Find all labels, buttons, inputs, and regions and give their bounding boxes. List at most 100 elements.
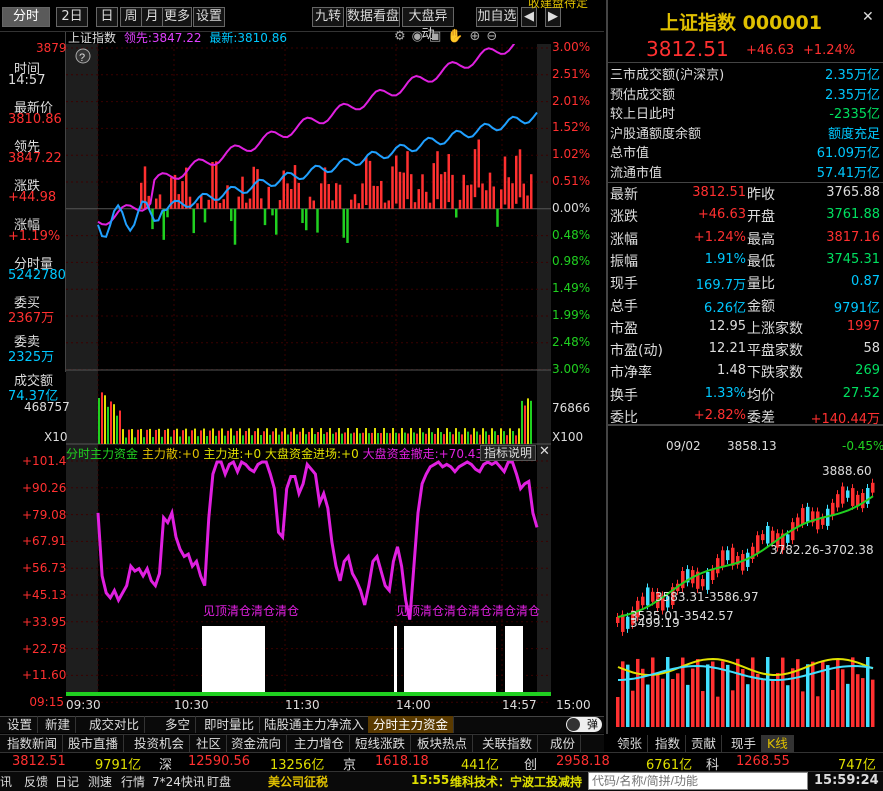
- volume-bar: [125, 437, 127, 444]
- hist-bar: [473, 149, 477, 198]
- pct-tick: 0.48%: [552, 227, 591, 242]
- quote-value: +2.82%: [693, 408, 746, 423]
- add-watchlist-button[interactable]: 加自选: [476, 7, 518, 27]
- volume-bar: [362, 432, 364, 444]
- hist-bar: [380, 180, 383, 209]
- add-icon[interactable]: ⊕: [469, 29, 486, 44]
- quote-label: 涨幅: [610, 231, 638, 248]
- bottom-tab[interactable]: 成交对比: [84, 716, 146, 733]
- hist-bar: [260, 198, 263, 209]
- toggle-knob: [567, 718, 580, 731]
- help-icon-glyph: ?: [79, 52, 85, 64]
- index-name: 上证指数: [660, 12, 737, 34]
- kline-candle: [641, 596, 645, 606]
- hist-bar: [455, 208, 458, 218]
- footer-link[interactable]: 测速: [88, 773, 112, 790]
- tab-intraday[interactable]: 分时: [2, 7, 50, 27]
- footer-link[interactable]: 讯: [0, 773, 12, 790]
- bottom-tab[interactable]: 新建: [40, 716, 77, 733]
- tab-2day[interactable]: 2日: [56, 7, 88, 27]
- bottom-tab[interactable]: 设置: [2, 716, 39, 733]
- ticker-text: 收建盘待定: [528, 0, 589, 10]
- news-tab[interactable]: 主力增仓: [289, 735, 351, 752]
- right-tab[interactable]: 领张: [612, 735, 649, 752]
- hist-bar: [162, 208, 165, 240]
- tab-more[interactable]: 更多: [162, 7, 192, 27]
- nine-turn-button[interactable]: 九转: [312, 7, 344, 27]
- divider: [608, 182, 883, 183]
- news-tab[interactable]: 短线涨跌: [350, 735, 412, 752]
- volume-bar: [374, 428, 376, 444]
- quote-value: 9791亿: [833, 300, 880, 316]
- volume-bar: [152, 436, 154, 444]
- kline-candle: [681, 571, 685, 589]
- news-tab[interactable]: 关联指数: [477, 735, 539, 752]
- volume-bar: [386, 432, 388, 444]
- hist-bar: [316, 208, 319, 233]
- indicator-help-button[interactable]: 指标说明: [480, 445, 537, 461]
- hist-bar: [308, 196, 312, 209]
- market-move-button[interactable]: 大盘异动: [402, 7, 454, 42]
- bottom-tab[interactable]: 陆股通主力净流入: [259, 716, 371, 733]
- hist-bar: [305, 208, 308, 231]
- right-tab[interactable]: 现手: [726, 735, 763, 752]
- news-tab[interactable]: 成份: [545, 735, 582, 752]
- quote-value: 3745.31: [826, 251, 880, 267]
- news-tab[interactable]: 板块热点: [412, 735, 474, 752]
- volume-bar: [419, 428, 421, 444]
- news-tab[interactable]: 资金流向: [226, 735, 288, 752]
- bottom-tab[interactable]: 多空: [160, 716, 197, 733]
- footer-link[interactable]: 行情: [121, 773, 145, 790]
- volume-bar: [365, 428, 367, 444]
- search-input[interactable]: [588, 772, 808, 790]
- print-icon[interactable]: ▣: [429, 29, 447, 44]
- volume-bar: [155, 429, 157, 444]
- indicator-close-icon[interactable]: ✕: [539, 444, 550, 459]
- kline-vol-bar: [736, 658, 740, 727]
- right-tab[interactable]: 贡献: [686, 735, 723, 752]
- signal-block: [394, 626, 397, 694]
- eye-icon[interactable]: ◉: [412, 29, 429, 44]
- quote-value: +46.63: [697, 207, 746, 223]
- ind-c-value: +0: [341, 447, 359, 461]
- bottom-tab[interactable]: 即时量比: [199, 716, 261, 733]
- kline-candle: [846, 490, 850, 498]
- flash-text[interactable]: 维科技术：宁波工投减持: [450, 773, 586, 790]
- tab-month[interactable]: 月: [141, 7, 163, 27]
- volume-bar: [524, 405, 526, 444]
- news-tab[interactable]: 社区: [191, 735, 228, 752]
- news-tab[interactable]: 投资机会: [129, 735, 191, 752]
- data-board-button[interactable]: 数据看盘: [346, 7, 400, 27]
- hist-bar: [200, 195, 203, 209]
- bottom-tab[interactable]: 分时主力资金: [368, 716, 455, 733]
- stat-label: 三市成交额(沪深京): [610, 68, 725, 83]
- tab-day[interactable]: 日: [96, 7, 118, 27]
- footer-headline[interactable]: 美公司征税: [268, 773, 328, 790]
- footer-link[interactable]: 盯盘: [207, 773, 231, 790]
- collapse-icon[interactable]: ⊖: [486, 29, 503, 44]
- footer-link[interactable]: 反馈: [24, 773, 48, 790]
- right-tab[interactable]: K线: [762, 735, 794, 752]
- gear-icon[interactable]: ⚙: [394, 29, 412, 44]
- tab-week[interactable]: 周: [120, 7, 142, 27]
- index-close-icon[interactable]: ✕: [862, 9, 874, 25]
- quote-value: 269: [855, 363, 880, 379]
- kline-vol-bar: [861, 678, 865, 727]
- sz-price: 12590.56: [188, 754, 251, 769]
- kline-vol-bar: [841, 669, 845, 727]
- index-change: +46.63: [746, 43, 795, 58]
- footer-link[interactable]: 日记: [55, 773, 79, 790]
- news-tab[interactable]: 股市直播: [63, 735, 125, 752]
- pct-tick: 2.51%: [552, 66, 591, 81]
- right-tab[interactable]: 指数: [650, 735, 687, 752]
- hand-icon[interactable]: ✋: [447, 29, 469, 44]
- stat-value: 57.41万亿: [816, 165, 880, 181]
- news-tab[interactable]: 指数新闻: [2, 735, 64, 752]
- footer-link[interactable]: 7*24快讯: [152, 773, 205, 790]
- volume-bar: [104, 395, 106, 444]
- volume-bar: [335, 432, 337, 444]
- settings-button[interactable]: 设置: [193, 7, 225, 27]
- volume-bar: [470, 434, 472, 444]
- volume-bar: [449, 431, 451, 444]
- kline-vol-bar: [706, 664, 710, 727]
